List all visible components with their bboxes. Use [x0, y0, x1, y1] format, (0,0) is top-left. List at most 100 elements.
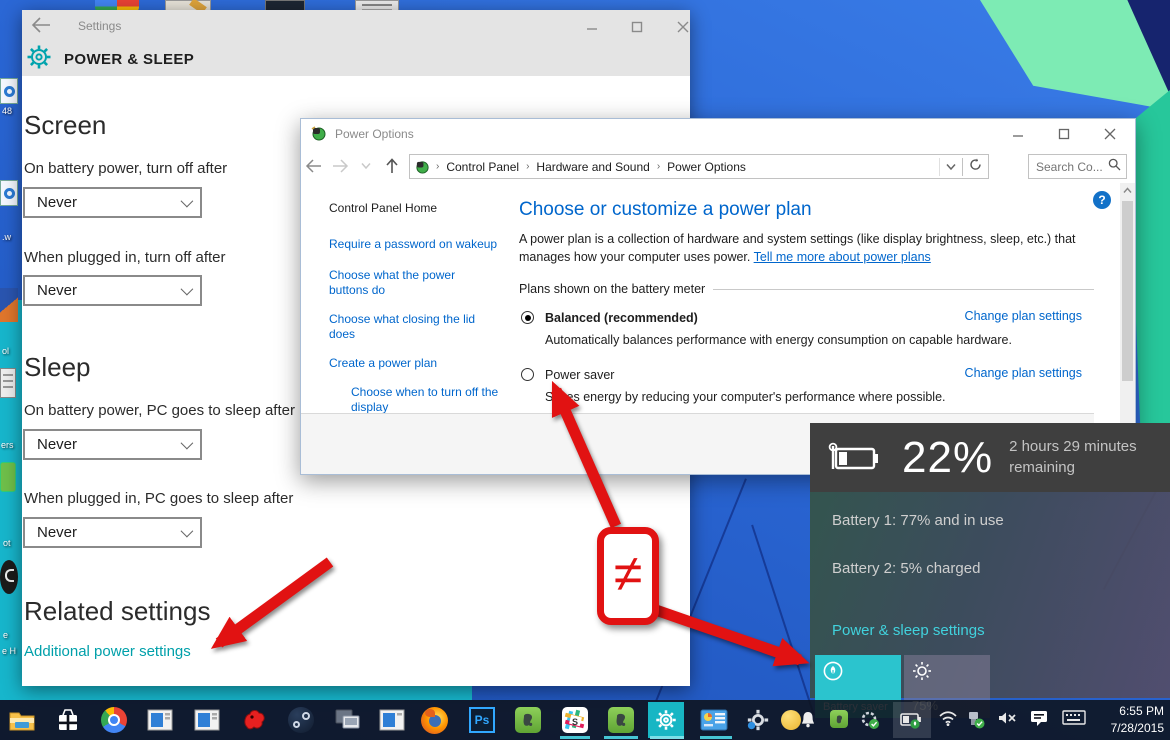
- desktop-icon-label: e: [3, 630, 8, 640]
- desktop-icon-fragment[interactable]: [0, 288, 18, 322]
- steam-icon[interactable]: [285, 704, 317, 736]
- address-dropdown-icon[interactable]: [939, 158, 962, 176]
- volume-muted-icon[interactable]: [997, 710, 1019, 726]
- screen-plugged-dropdown[interactable]: Never: [23, 275, 202, 306]
- steam-circle: [288, 707, 314, 733]
- battery-saver-leaf-icon: [823, 668, 843, 685]
- search-box[interactable]: [1028, 154, 1127, 179]
- address-bar[interactable]: › Control Panel › Hardware and Sound › P…: [409, 154, 989, 179]
- app-window-icon-3[interactable]: [376, 704, 408, 736]
- sidebar-link-closing-lid[interactable]: Choose what closing the lid does: [329, 312, 479, 343]
- remaining-line1: 2 hours 29 minutes: [1009, 437, 1137, 457]
- clock[interactable]: 6:55 PM 7/28/2015: [1111, 703, 1164, 737]
- breadcrumb-power-options[interactable]: Power Options: [663, 160, 750, 174]
- ps-badge: Ps: [469, 707, 495, 733]
- search-input[interactable]: [1036, 160, 1108, 174]
- nav-back-icon[interactable]: [301, 159, 327, 173]
- desktop-icon-fragment[interactable]: [0, 78, 18, 104]
- maximize-button[interactable]: [1047, 123, 1081, 145]
- additional-power-settings-link[interactable]: Additional power settings: [24, 643, 191, 660]
- action-center-icon[interactable]: [1030, 710, 1048, 727]
- sidebar-link-turn-off-display[interactable]: Choose when to turn off the display: [351, 385, 506, 416]
- nav-forward-icon[interactable]: [327, 159, 353, 173]
- battery-saver-tray-icon[interactable]: [893, 702, 931, 738]
- sleep-heading: Sleep: [24, 352, 91, 383]
- slack-icon[interactable]: S: [559, 704, 591, 736]
- sleep-battery-dropdown[interactable]: Never: [23, 429, 202, 460]
- evernote-icon[interactable]: [512, 704, 544, 736]
- touch-keyboard-icon[interactable]: [1062, 710, 1086, 725]
- not-equal-annotation: ≠: [597, 527, 659, 625]
- scroll-up-icon[interactable]: [1123, 187, 1132, 194]
- firefox-tail: [425, 709, 435, 717]
- screen-battery-label: On battery power, turn off after: [24, 160, 227, 177]
- doc-line: [3, 386, 13, 388]
- power-options-icon: [311, 125, 327, 146]
- notifications-bell-icon[interactable]: [800, 710, 816, 728]
- evernote-badge: [608, 707, 634, 733]
- screen-battery-dropdown[interactable]: Never: [23, 187, 202, 218]
- saver-change-settings-link[interactable]: Change plan settings: [965, 366, 1082, 380]
- settings-titlebar: Settings POWER & SLEE: [22, 10, 690, 76]
- settings-app-icon-active[interactable]: [648, 702, 684, 738]
- desktop-icon-fragment[interactable]: [0, 180, 18, 206]
- windows-store-icon[interactable]: [52, 704, 84, 736]
- control-panel-app-icon[interactable]: [698, 704, 730, 736]
- minimize-button[interactable]: [575, 16, 609, 38]
- balanced-radio[interactable]: [521, 311, 534, 324]
- refresh-icon[interactable]: [962, 158, 988, 176]
- po-titlebar: Power Options: [301, 119, 1135, 149]
- usb-check-icon[interactable]: [966, 710, 986, 730]
- game-creature-icon[interactable]: [238, 704, 270, 736]
- search-icon[interactable]: [1108, 158, 1121, 176]
- breadcrumb-control-panel[interactable]: Control Panel: [442, 160, 523, 174]
- breadcrumb-hardware-sound[interactable]: Hardware and Sound: [532, 160, 653, 174]
- battery1-status: Battery 1: 77% and in use: [832, 512, 1004, 529]
- tell-me-more-link[interactable]: Tell me more about power plans: [754, 250, 931, 264]
- sidebar-link-create-plan[interactable]: Create a power plan: [329, 356, 514, 372]
- remote-desktop-icon[interactable]: [331, 704, 363, 736]
- balanced-name: Balanced (recommended): [545, 311, 698, 325]
- evernote-tray-icon[interactable]: [830, 710, 848, 728]
- maximize-button[interactable]: [620, 16, 654, 38]
- close-button[interactable]: [1093, 123, 1127, 145]
- wifi-icon[interactable]: [938, 710, 958, 726]
- window-title: Settings: [78, 19, 121, 33]
- back-icon[interactable]: [30, 16, 56, 36]
- power-sleep-settings-link[interactable]: Power & sleep settings: [832, 622, 985, 639]
- app-window-icon-2[interactable]: [191, 704, 223, 736]
- utility-gear-app-icon[interactable]: [742, 704, 774, 736]
- evernote-icon-2[interactable]: [605, 704, 637, 736]
- desktop-icon-fragment[interactable]: [0, 560, 18, 594]
- chrome-icon[interactable]: [98, 704, 130, 736]
- sidebar-link-password-wakeup[interactable]: Require a password on wakeup: [329, 237, 514, 253]
- minimize-button[interactable]: [1001, 123, 1035, 145]
- desktop-icon-label: ol: [2, 346, 9, 356]
- nav-up-icon[interactable]: [379, 158, 405, 174]
- sidebar-link-power-buttons[interactable]: Choose what the power buttons do: [329, 268, 479, 299]
- desktop-icon-fragment[interactable]: [0, 368, 16, 398]
- scrollbar-thumb[interactable]: [1122, 201, 1133, 381]
- help-icon[interactable]: ?: [1093, 191, 1111, 209]
- power-saver-radio[interactable]: [521, 368, 534, 381]
- sidebar-control-panel-home[interactable]: Control Panel Home: [329, 201, 514, 215]
- nav-history-chevron-icon[interactable]: [353, 162, 379, 170]
- photoshop-icon[interactable]: Ps: [466, 704, 498, 736]
- running-indicator: [604, 736, 638, 739]
- window-title: Power Options: [335, 127, 414, 141]
- firefox-icon[interactable]: [418, 704, 450, 736]
- balanced-change-settings-link[interactable]: Change plan settings: [965, 309, 1082, 323]
- desktop-icon-label: e H: [2, 646, 16, 656]
- running-indicator: [700, 736, 732, 739]
- close-button[interactable]: [666, 16, 700, 38]
- icon-c: [5, 569, 14, 582]
- smiley-app-icon[interactable]: [780, 704, 802, 736]
- sync-gear-check-icon[interactable]: [860, 710, 880, 730]
- sleep-plugged-dropdown[interactable]: Never: [23, 517, 202, 548]
- app-window-icon-1[interactable]: [144, 704, 176, 736]
- file-explorer-icon[interactable]: [6, 704, 38, 736]
- smiley-face: [781, 710, 801, 730]
- desktop-icon-label: ot: [3, 538, 11, 548]
- brightness-sun-icon: [912, 668, 932, 685]
- desktop-icon-fragment[interactable]: [0, 462, 16, 492]
